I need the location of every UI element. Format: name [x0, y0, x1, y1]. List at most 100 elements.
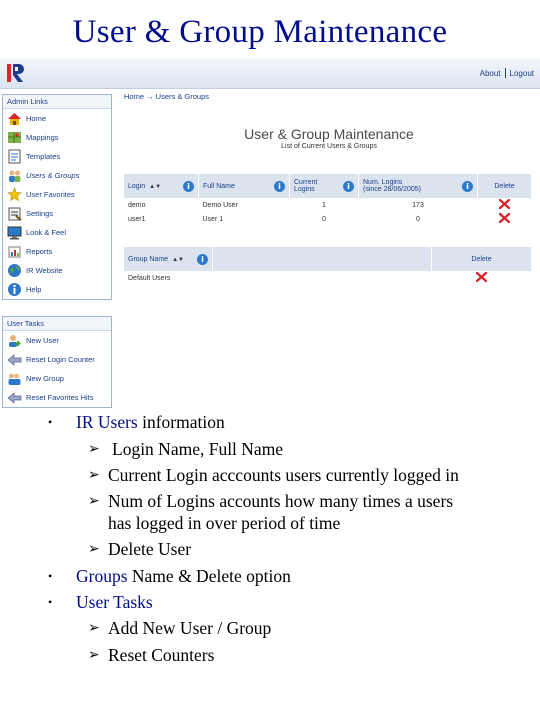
col-login[interactable]: Login ▲▼ i: [124, 174, 199, 198]
top-links: About Logout: [480, 68, 534, 78]
task-label: New Group: [26, 374, 64, 383]
reset-arrow-icon: [7, 392, 22, 404]
reports-icon: [8, 246, 21, 258]
arrow-bullet-icon: ➢: [88, 621, 100, 636]
groups-table: Group Name ▲▼ i Delete Default Users: [124, 247, 532, 285]
main-content: Home → Users & Groups User & Group Maint…: [124, 92, 534, 282]
info-icon[interactable]: i: [462, 180, 473, 192]
slide-title: User & Group Maintenance: [72, 14, 448, 50]
sidebar-item-templates[interactable]: Templates: [3, 147, 111, 166]
info-icon[interactable]: i: [183, 180, 194, 192]
home-icon: [8, 113, 21, 125]
sort-arrow-icon[interactable]: ▲▼: [172, 257, 184, 263]
group-name-link[interactable]: Default Users: [124, 271, 213, 285]
col-delete: Delete: [477, 174, 532, 198]
task-label: Reset Login Counter: [26, 355, 95, 364]
sub-bullet-add-new: Add New User / Group: [108, 618, 272, 638]
sub-bullet-login-name: Login Name, Full Name: [112, 439, 284, 459]
sidebar-item-label: Look & Feel: [26, 228, 67, 237]
user-num-logins: 173: [412, 201, 424, 209]
sort-arrow-icon[interactable]: ▲▼: [149, 184, 161, 190]
settings-icon: [8, 207, 22, 221]
table-row: user1 User 1 0 0: [124, 212, 532, 226]
bullet-dot-icon: •: [48, 595, 53, 609]
sidebar-item-label: Help: [26, 285, 42, 294]
about-link[interactable]: About: [480, 69, 501, 78]
page-subtitle: List of Current Users & Groups: [281, 143, 377, 150]
arrow-bullet-icon: ➢: [88, 494, 100, 509]
col-group-delete: Delete: [431, 247, 532, 271]
sidebar-item-settings[interactable]: Settings: [3, 204, 111, 223]
task-label: New User: [26, 336, 59, 345]
new-user-icon: [9, 335, 21, 347]
task-reset-login-counter[interactable]: Reset Login Counter: [3, 350, 111, 369]
sub-bullet-reset-counters: Reset Counters: [108, 645, 215, 665]
col-group-name[interactable]: Group Name ▲▼ i: [124, 247, 213, 271]
look-feel-icon: [7, 226, 22, 240]
sidebar-item-label: Users & Groups: [26, 171, 80, 180]
app-screenshot: About Logout Admin Links Home Mappings Te…: [0, 58, 540, 408]
templates-icon: [8, 149, 21, 164]
breadcrumb[interactable]: Home → Users & Groups: [124, 92, 534, 101]
sub-bullet-delete-user: Delete User: [108, 539, 192, 559]
groups-header-spacer: [212, 247, 432, 271]
delete-icon[interactable]: [499, 199, 510, 209]
sidebar-item-mappings[interactable]: Mappings: [3, 128, 111, 147]
logout-link[interactable]: Logout: [510, 69, 534, 78]
sub-bullet-current-login: Current Login acccounts users currently …: [108, 465, 459, 485]
sidebar-item-label: Mappings: [26, 133, 59, 142]
task-new-group[interactable]: New Group: [3, 369, 111, 388]
col-fullname[interactable]: Full Name i: [198, 174, 290, 198]
col-current-logins[interactable]: Current Logins i: [289, 174, 359, 198]
sidebar-item-label: Reports: [26, 247, 53, 256]
task-new-user[interactable]: New User: [3, 331, 111, 350]
info-icon[interactable]: i: [197, 253, 208, 265]
reset-arrow-icon: [7, 354, 22, 366]
delete-icon[interactable]: [499, 213, 510, 223]
mappings-icon: [8, 132, 21, 143]
user-tasks-panel: User Tasks New User Reset Login Counter …: [2, 316, 112, 408]
arrow-bullet-icon: ➢: [88, 648, 100, 663]
globe-icon: [8, 264, 21, 277]
group-row-spacer: [213, 271, 432, 285]
arrow-bullet-icon: ➢: [88, 468, 100, 483]
info-icon[interactable]: i: [274, 180, 285, 192]
admin-links-heading: Admin Links: [3, 95, 111, 109]
page-title: User & Group Maintenance: [244, 126, 414, 142]
table-row: Default Users: [124, 271, 532, 285]
groups-table-header: Group Name ▲▼ i Delete: [124, 247, 532, 271]
user-fullname: Demo User: [202, 201, 238, 209]
bullet-groups: Groups Name & Delete option: [76, 566, 291, 586]
sidebar-item-label: Settings: [26, 209, 54, 218]
bullet-ir-users: IR Users information: [76, 412, 225, 432]
user-login-link[interactable]: demo: [124, 198, 199, 212]
delete-icon[interactable]: [476, 272, 487, 282]
col-num-logins[interactable]: Num. Logins (since 28/06/2005) i: [358, 174, 478, 198]
info-icon[interactable]: i: [343, 180, 354, 192]
new-group-icon: [8, 373, 21, 385]
task-reset-favorites-hits[interactable]: Reset Favorites Hits: [3, 388, 111, 407]
users-table: Login ▲▼ i Full Name i Current Logins i Num. …: [124, 174, 532, 226]
sidebar-item-reports[interactable]: Reports: [3, 242, 111, 261]
bullet-dot-icon: •: [48, 569, 53, 583]
sidebar-item-look-feel[interactable]: Look & Feel: [3, 223, 111, 242]
user-num-logins: 0: [416, 215, 420, 223]
sidebar-item-user-favorites[interactable]: User Favorites: [3, 185, 111, 204]
help-icon: [8, 283, 21, 296]
users-table-header: Login ▲▼ i Full Name i Current Logins i Num. …: [124, 174, 532, 198]
users-groups-icon: [9, 170, 21, 182]
ir-logo: [7, 64, 24, 82]
sub-bullet-num-logins: Num of Logins accounts how many times a …: [108, 491, 454, 511]
admin-links-panel: Admin Links Home Mappings Templates User…: [2, 94, 112, 300]
user-current-logins: 0: [322, 215, 326, 223]
user-fullname: User 1: [202, 215, 224, 223]
bullet-dot-icon: •: [48, 415, 53, 429]
sidebar-item-users-groups[interactable]: Users & Groups: [3, 166, 111, 185]
sidebar-item-label: Templates: [26, 152, 61, 161]
sidebar-item-ir-website[interactable]: IR Website: [3, 261, 111, 280]
sidebar-item-home[interactable]: Home: [3, 109, 111, 128]
app-topbar: About Logout: [0, 58, 540, 89]
sidebar-item-label: Home: [26, 114, 47, 123]
user-login-link[interactable]: user1: [124, 212, 199, 226]
sidebar-item-help[interactable]: Help: [3, 280, 111, 299]
